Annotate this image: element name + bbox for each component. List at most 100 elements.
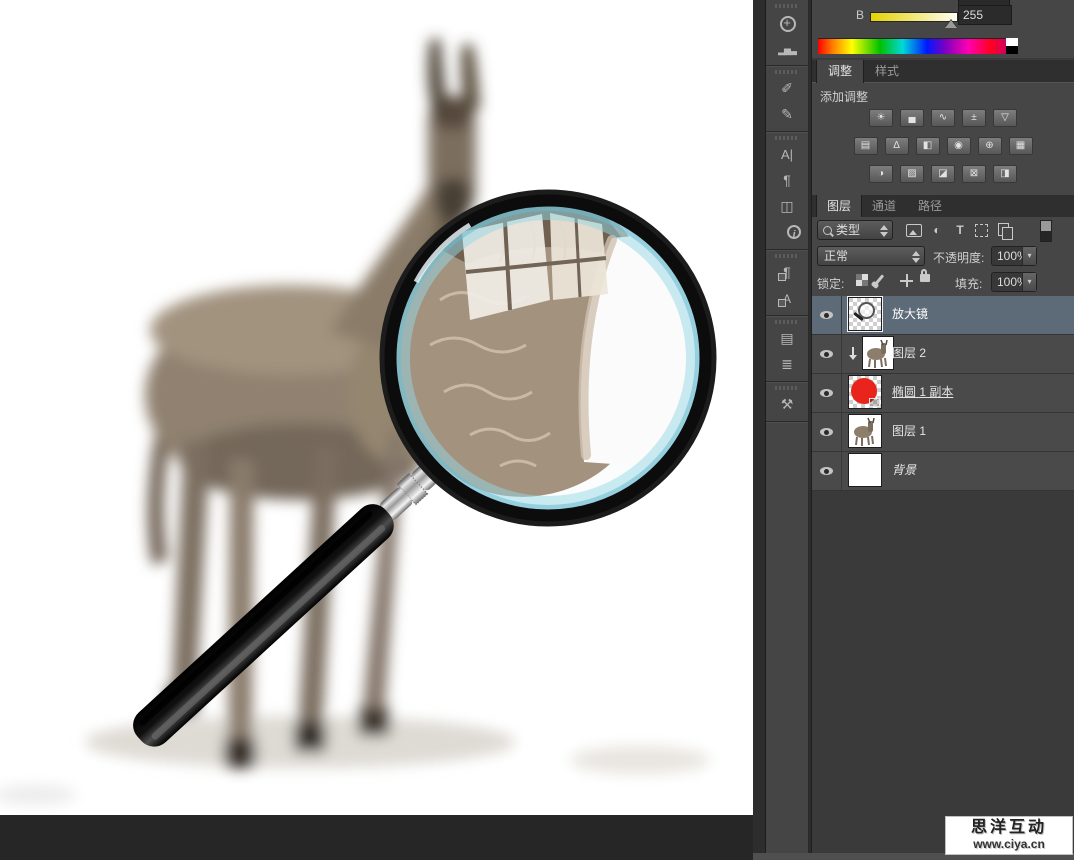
filter-type-label: 类型 xyxy=(836,221,860,240)
paragraph-styles-icon[interactable] xyxy=(766,260,808,286)
canvas-artwork xyxy=(0,0,753,815)
smart-object-filter-icon[interactable] xyxy=(998,223,1009,236)
layer-filter-combo[interactable]: 类型 xyxy=(817,220,893,240)
selective-color-icon[interactable] xyxy=(962,165,986,183)
lock-buttons xyxy=(812,272,942,292)
tab-styles[interactable]: 样式 xyxy=(864,60,910,83)
tab-adjustments[interactable]: 调整 xyxy=(816,60,864,83)
photo-filter-icon[interactable] xyxy=(947,137,971,155)
layer-row-ellipse-copy[interactable]: 椭圆 1 副本 xyxy=(812,374,1074,413)
dock-divider xyxy=(766,381,808,382)
layer-name[interactable]: 背景 xyxy=(892,452,916,489)
black-white-icon[interactable] xyxy=(916,137,940,155)
color-balance-icon[interactable] xyxy=(885,137,909,155)
threshold-icon[interactable] xyxy=(931,165,955,183)
brightness-contrast-icon[interactable] xyxy=(869,109,893,127)
type-layer-filter-icon[interactable]: T xyxy=(951,222,969,238)
layer-filter-toggle[interactable] xyxy=(1040,220,1052,242)
dock-grip[interactable] xyxy=(775,136,799,140)
dock-grip[interactable] xyxy=(775,70,799,74)
document-canvas[interactable] xyxy=(0,0,753,815)
3d-panel-icon[interactable] xyxy=(766,194,808,220)
dock-grip[interactable] xyxy=(775,386,799,390)
brush-panel-icon[interactable] xyxy=(766,102,808,128)
channel-mixer-icon[interactable] xyxy=(978,137,1002,155)
histogram-icon[interactable] xyxy=(766,36,808,62)
shape-layer-filter-icon[interactable] xyxy=(975,224,988,237)
character-panel-icon[interactable] xyxy=(766,142,808,168)
visibility-toggle[interactable] xyxy=(812,374,842,412)
layer-name[interactable]: 椭圆 1 副本 xyxy=(892,374,953,411)
dropdown-arrow-icon[interactable]: ▾ xyxy=(1022,247,1036,265)
navigator-icon[interactable] xyxy=(766,10,808,36)
vibrance-icon[interactable] xyxy=(993,109,1017,127)
invert-icon[interactable] xyxy=(869,165,893,183)
layer-row-background[interactable]: 背景 xyxy=(812,452,1074,491)
tab-paths[interactable]: 路径 xyxy=(908,195,952,218)
character-styles-icon[interactable] xyxy=(766,286,808,312)
posterize-icon[interactable] xyxy=(900,165,924,183)
layer-row-layer2[interactable]: 图层 2 xyxy=(812,335,1074,374)
lock-pixels-icon[interactable] xyxy=(875,274,884,284)
layer-name[interactable]: 图层 2 xyxy=(892,335,926,372)
tab-channels[interactable]: 通道 xyxy=(862,195,906,218)
dock-grip[interactable] xyxy=(775,320,799,324)
fill-value-box[interactable]: 100% ▾ xyxy=(991,272,1037,292)
pixel-layer-filter-icon[interactable] xyxy=(906,224,922,237)
layer-thumbnail[interactable] xyxy=(848,453,882,487)
exposure-icon[interactable] xyxy=(962,109,986,127)
white-swatch[interactable] xyxy=(1006,38,1018,46)
eye-icon xyxy=(820,350,833,358)
layer-name[interactable]: 放大镜 xyxy=(892,296,928,333)
dock-divider xyxy=(766,315,808,316)
dock-grip[interactable] xyxy=(775,4,799,8)
blend-mode-combo[interactable]: 正常 xyxy=(817,246,925,266)
visibility-toggle[interactable] xyxy=(812,296,842,334)
levels-icon[interactable] xyxy=(900,109,924,127)
lock-position-icon[interactable] xyxy=(900,274,913,287)
gradient-map-icon[interactable] xyxy=(993,165,1017,183)
paragraph-panel-icon[interactable] xyxy=(766,168,808,194)
layer-thumbnail[interactable] xyxy=(848,375,882,409)
search-icon xyxy=(823,226,832,235)
blue-value-box[interactable]: 255 xyxy=(958,5,1012,25)
blue-slider-thumb[interactable] xyxy=(945,20,957,28)
layer-comps-icon[interactable] xyxy=(766,326,808,352)
visibility-toggle[interactable] xyxy=(812,335,842,373)
layer-row-layer1[interactable]: 图层 1 xyxy=(812,413,1074,452)
updown-arrows-icon xyxy=(912,250,920,264)
brush-presets-icon[interactable] xyxy=(766,76,808,102)
info-panel-icon[interactable] xyxy=(766,220,808,246)
clipping-mask-arrow-icon xyxy=(848,347,858,361)
photoshop-window: B 255 调整 样式 添加调整 xyxy=(0,0,1074,860)
layer-thumbnail[interactable] xyxy=(848,297,882,331)
site-watermark: 思洋互动 www.ciya.cn xyxy=(945,816,1073,855)
hue-saturation-icon[interactable] xyxy=(854,137,878,155)
color-lookup-icon[interactable] xyxy=(1009,137,1033,155)
magnifier-thumb-icon xyxy=(858,302,875,319)
layers-panel-controls: 类型 ◐ T 正常 不透明度: 100% ▾ 锁定: xyxy=(812,217,1074,296)
updown-arrows-icon xyxy=(880,224,888,238)
dock-grip[interactable] xyxy=(775,254,799,258)
opacity-label: 不透明度: xyxy=(933,249,984,266)
lock-all-icon[interactable] xyxy=(920,274,930,282)
opacity-value-box[interactable]: 100% ▾ xyxy=(991,246,1037,266)
visibility-toggle[interactable] xyxy=(812,413,842,451)
color-spectrum-ramp[interactable] xyxy=(818,38,1006,54)
layer-row-magnifier[interactable]: 放大镜 xyxy=(812,296,1074,335)
dropdown-arrow-icon[interactable]: ▾ xyxy=(1022,273,1036,291)
notes-icon[interactable] xyxy=(766,352,808,378)
layer-name[interactable]: 图层 1 xyxy=(892,413,926,450)
lock-transparency-icon[interactable] xyxy=(856,274,868,286)
curves-icon[interactable] xyxy=(931,109,955,127)
tool-presets-icon[interactable] xyxy=(766,392,808,418)
adjustment-layer-filter-icon[interactable]: ◐ xyxy=(928,222,946,238)
black-swatch[interactable] xyxy=(1006,46,1018,54)
panel-dock-strip xyxy=(753,0,812,860)
tab-layers[interactable]: 图层 xyxy=(816,195,862,218)
eye-icon xyxy=(820,428,833,436)
dock-divider xyxy=(766,65,808,66)
layer-thumbnail[interactable] xyxy=(848,414,882,448)
layer-thumbnail[interactable] xyxy=(862,336,894,370)
visibility-toggle[interactable] xyxy=(812,452,842,490)
